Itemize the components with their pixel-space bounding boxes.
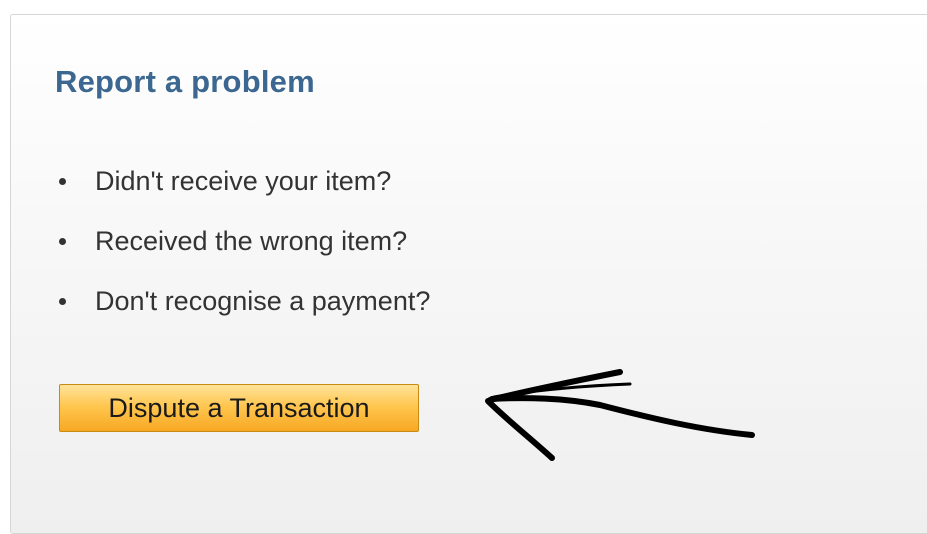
problem-label: Received the wrong item? [95, 226, 408, 256]
list-item: Didn't receive your item? [55, 160, 430, 220]
list-item: Received the wrong item? [55, 220, 430, 280]
panel-title: Report a problem [55, 64, 315, 99]
bullet-icon [59, 238, 66, 245]
problem-list: Didn't receive your item? Received the w… [55, 160, 430, 340]
problem-label: Didn't receive your item? [95, 166, 392, 196]
problem-label: Don't recognise a payment? [95, 286, 431, 316]
bullet-icon [59, 298, 66, 305]
hand-drawn-arrow-icon [485, 369, 755, 461]
bullet-icon [59, 178, 66, 185]
dispute-transaction-button[interactable]: Dispute a Transaction [59, 384, 419, 432]
list-item: Don't recognise a payment? [55, 280, 430, 340]
